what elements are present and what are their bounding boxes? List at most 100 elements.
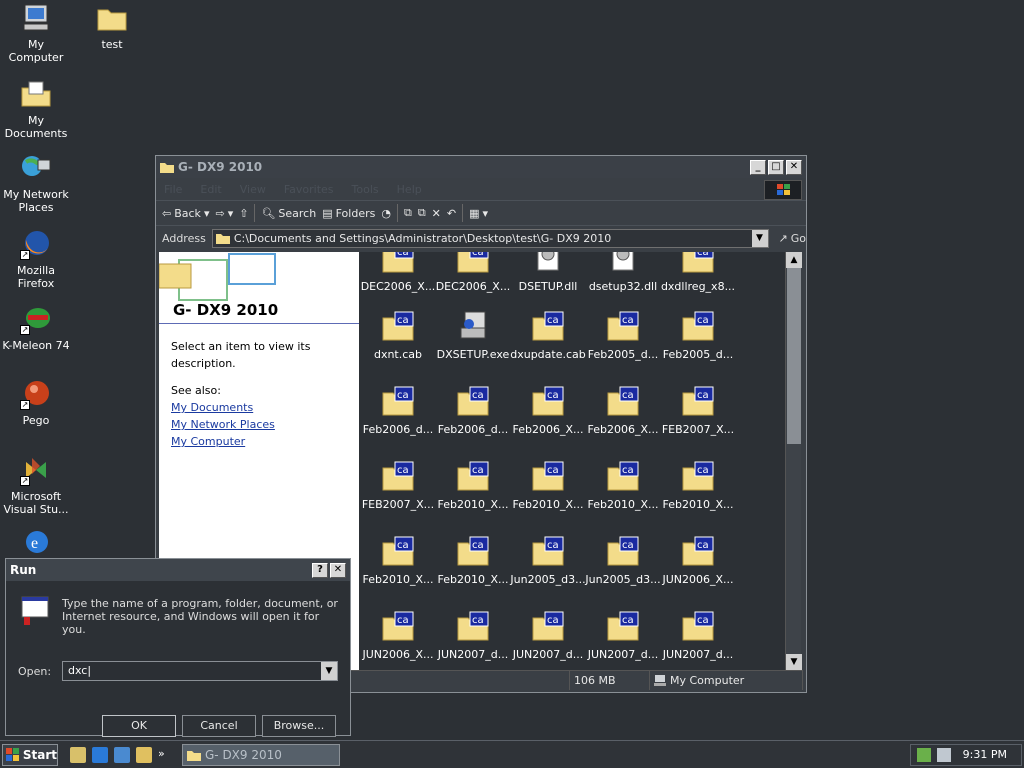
scroll-up-button[interactable]: ▲ (786, 252, 802, 268)
close-button[interactable]: ✕ (786, 159, 802, 175)
views-icon: ▦ (469, 206, 480, 220)
forward-button[interactable]: ⇨ ▾ (215, 207, 233, 220)
file-item[interactable]: ca Feb2010_X... (585, 460, 661, 511)
file-item[interactable]: ca Feb2006_X... (510, 385, 586, 436)
browse-button[interactable]: Browse... (262, 715, 336, 737)
file-item[interactable]: ca Feb2005_d... (660, 310, 736, 361)
file-item[interactable]: ca Jun2005_d3... (585, 535, 661, 586)
desktop-icon-visual-studio[interactable]: ↗ Microsoft Visual Stu... (0, 454, 72, 516)
link-my-computer[interactable]: My Computer (171, 433, 347, 450)
go-button[interactable]: ↗ Go (779, 232, 806, 245)
run-titlebar[interactable]: Run ? ✕ (6, 559, 350, 581)
outlook-icon[interactable] (114, 746, 130, 763)
address-dropdown-button[interactable]: ▼ (751, 229, 768, 247)
cab-archive-icon: ca (682, 310, 714, 342)
file-item[interactable]: ca JUN2007_d... (585, 610, 661, 661)
folders-button[interactable]: ▤ Folders (322, 207, 375, 220)
file-item[interactable]: ca Feb2010_X... (435, 535, 511, 586)
internet-explorer-icon[interactable] (92, 746, 108, 763)
views-button[interactable]: ▦ ▾ (469, 207, 488, 220)
menu-file[interactable]: File (164, 183, 182, 196)
help-button[interactable]: ? (312, 562, 328, 578)
file-item[interactable]: ca JUN2007_d... (510, 610, 586, 661)
ok-button[interactable]: OK (102, 715, 176, 737)
address-input[interactable]: C:\Documents and Settings\Administrator\… (211, 228, 769, 248)
scroll-down-button[interactable]: ▼ (786, 654, 802, 670)
desktop-icon-label: K-Meleon 74 (2, 339, 70, 352)
file-item[interactable]: ca FEB2007_X... (360, 460, 436, 511)
file-item[interactable]: ca Jun2005_d3... (510, 535, 586, 586)
open-label: Open: (18, 665, 52, 678)
svg-text:ca: ca (547, 315, 559, 326)
open-dropdown-button[interactable]: ▼ (321, 662, 337, 680)
file-item[interactable]: DXSETUP.exe (435, 310, 511, 361)
file-item[interactable]: ca Feb2010_X... (360, 535, 436, 586)
menu-favorites[interactable]: Favorites (284, 183, 334, 196)
file-item[interactable]: ca Feb2005_d... (585, 310, 661, 361)
taskbar-window-button[interactable]: G- DX9 2010 (182, 743, 340, 766)
menu-edit[interactable]: Edit (200, 183, 221, 196)
vertical-scrollbar[interactable]: ▲ ▼ (785, 252, 802, 670)
desktop-icon-pego[interactable]: ↗ Pego (0, 378, 72, 427)
quick-launch-chevron[interactable]: » (158, 747, 168, 763)
show-desktop-icon[interactable] (70, 746, 86, 763)
close-button[interactable]: ✕ (330, 562, 346, 578)
documents-folder-icon (20, 78, 52, 110)
file-item[interactable]: ca Feb2006_d... (435, 385, 511, 436)
file-item[interactable]: ca Feb2010_X... (435, 460, 511, 511)
history-button[interactable]: ◔ (381, 207, 391, 220)
file-item[interactable]: ca JUN2006_X... (360, 610, 436, 661)
run-program-icon (21, 596, 49, 625)
desktop-icon-network-places[interactable]: My Network Places (0, 152, 72, 214)
desktop-icon-internet-explorer[interactable]: e (0, 526, 72, 562)
file-item[interactable]: ca DEC2006_X... (360, 252, 436, 293)
start-button[interactable]: Start (2, 743, 58, 766)
move-to-button[interactable]: ⧉ (404, 206, 412, 220)
menu-view[interactable]: View (240, 183, 266, 196)
file-name: Feb2010_X... (512, 498, 584, 511)
back-button[interactable]: ⇦ Back ▾ (162, 207, 209, 220)
minimize-button[interactable]: _ (750, 159, 766, 175)
network-tray-icon[interactable] (937, 747, 951, 762)
menu-help[interactable]: Help (397, 183, 422, 196)
cab-archive-icon: ca (682, 385, 714, 417)
svg-text:ca: ca (697, 540, 709, 551)
copy-to-button[interactable]: ⧉ (418, 206, 426, 220)
desktop-icon-firefox[interactable]: ↗ Mozilla Firefox (0, 228, 72, 290)
cancel-button[interactable]: Cancel (182, 715, 256, 737)
desktop-icon-kmeleon[interactable]: ↗ K-Meleon 74 (0, 303, 72, 352)
explorer-icon[interactable] (136, 746, 152, 763)
file-item[interactable]: ca Feb2006_X... (585, 385, 661, 436)
menu-tools[interactable]: Tools (352, 183, 379, 196)
file-item[interactable]: ca JUN2007_d... (435, 610, 511, 661)
link-my-network-places[interactable]: My Network Places (171, 416, 347, 433)
file-item[interactable]: ca DEC2006_X... (435, 252, 511, 293)
search-button[interactable]: 🔍︎ Search (261, 207, 316, 220)
undo-button[interactable]: ↶ (447, 207, 456, 220)
description-text: Select an item to view its description. (171, 340, 311, 370)
scroll-thumb[interactable] (787, 268, 801, 444)
open-input[interactable]: dxc| ▼ (62, 661, 338, 681)
setup-exe-icon (457, 310, 489, 342)
maximize-button[interactable]: □ (768, 159, 784, 175)
desktop-icon-test[interactable]: test (76, 2, 148, 51)
desktop-icon-my-documents[interactable]: My Documents (0, 78, 72, 140)
file-item[interactable]: ca JUN2006_X... (660, 535, 736, 586)
file-item[interactable]: ca Feb2010_X... (660, 460, 736, 511)
file-item[interactable]: ca Feb2006_d... (360, 385, 436, 436)
clock[interactable]: 9:31 PM (963, 748, 1007, 761)
file-item[interactable]: ca dxnt.cab (360, 310, 436, 361)
file-item[interactable]: ca JUN2007_d... (660, 610, 736, 661)
file-item[interactable]: ca Feb2010_X... (510, 460, 586, 511)
file-item[interactable]: DSETUP.dll (510, 252, 586, 293)
file-item[interactable]: ca dxdllreg_x8... (660, 252, 736, 293)
desktop-icon-my-computer[interactable]: My Computer (0, 2, 72, 64)
explorer-titlebar[interactable]: G- DX9 2010 _ □ ✕ (156, 156, 806, 178)
delete-button[interactable]: ✕ (432, 207, 441, 220)
file-item[interactable]: ca FEB2007_X... (660, 385, 736, 436)
file-item[interactable]: ca dxupdate.cab (510, 310, 586, 361)
tray-app-icon[interactable] (917, 747, 931, 762)
up-folder-button[interactable]: ⇧ (239, 207, 248, 220)
link-my-documents[interactable]: My Documents (171, 399, 347, 416)
file-item[interactable]: dsetup32.dll (585, 252, 661, 293)
